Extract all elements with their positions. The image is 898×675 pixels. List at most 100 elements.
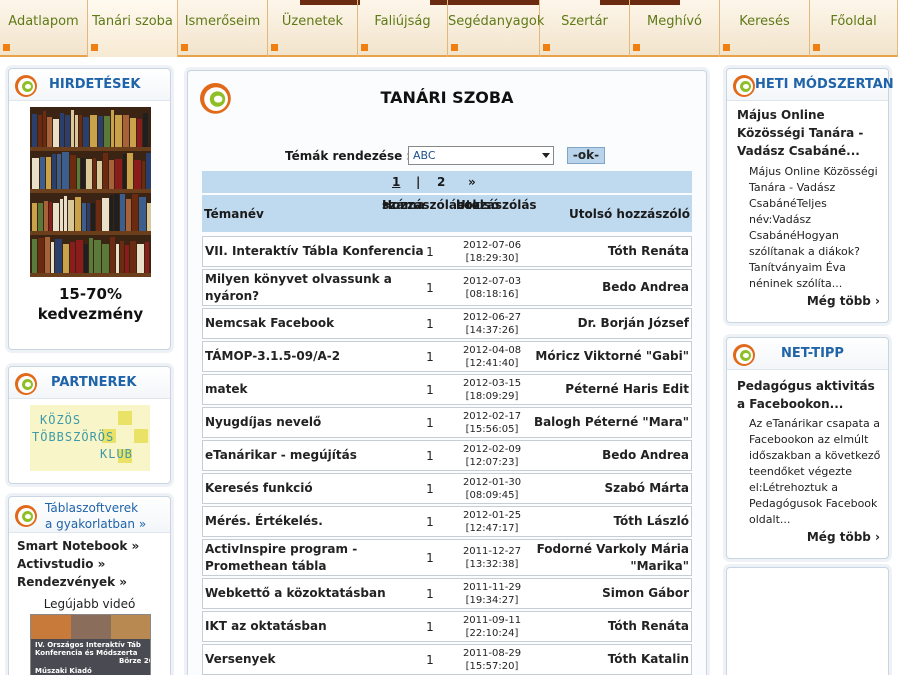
topic-link[interactable]: IKT az oktatásban: [205, 618, 327, 635]
book-spine: [91, 203, 95, 231]
table-row: matek 1 2012-03-15 [18:09:29] Péterné Ha…: [202, 374, 692, 405]
next-page-link[interactable]: »: [468, 175, 476, 189]
book-spine: [109, 160, 114, 189]
last-author-link[interactable]: Balogh Péterné "Mara": [534, 414, 689, 431]
last-author-link[interactable]: Bedo Andrea: [602, 279, 689, 296]
last-author-link[interactable]: Tóth Renáta: [608, 618, 689, 635]
book-spine: [75, 115, 78, 147]
table-row: VII. Interaktív Tábla Konferencia 1 2012…: [202, 236, 692, 267]
topic-link[interactable]: TÁMOP-3.1.5-09/A-2: [205, 348, 340, 365]
post-count: 1: [426, 317, 434, 331]
book-spine: [147, 203, 151, 231]
page-2-link[interactable]: 2: [437, 175, 445, 189]
nav-item-segedanyagok[interactable]: Segédanyagok: [448, 0, 544, 57]
weekly-method-headline-link[interactable]: Május Online Közösségi Tanára - Vadász C…: [737, 106, 883, 160]
topic-link[interactable]: Milyen könyvet olvassunk a nyáron?: [205, 271, 392, 305]
nav-item-kereses[interactable]: Keresés: [720, 0, 810, 57]
ads-discount-text[interactable]: 15-70% kedvezmény: [30, 284, 151, 324]
nav-item-adatlapom[interactable]: Adatlapom: [0, 0, 88, 57]
video-caption: IV. Országos Interaktív Táb: [35, 641, 141, 649]
last-author-link[interactable]: Tóth Katalin: [608, 651, 689, 668]
page-1-link[interactable]: 1: [392, 175, 400, 189]
book-spine: [81, 158, 85, 189]
topic-link[interactable]: Nyugdíjas nevelő: [205, 414, 321, 431]
weekly-method-title: HETI MÓDSZERTAN: [755, 77, 894, 92]
etanarikar-logo-icon: [733, 75, 755, 97]
nav-item-label: Főoldal: [830, 14, 877, 29]
table-row: Nemcsak Facebook 1 2012-06-27 [14:37:26]…: [202, 308, 692, 339]
weekly-method-more-link[interactable]: Még több ›: [807, 294, 880, 308]
last-post-time: [15:56:05]: [465, 424, 519, 435]
nav-item-label: Faliújság: [374, 14, 431, 29]
video-thumbnail[interactable]: IV. Országos Interaktív Táb Konferencia …: [30, 614, 151, 675]
book-spine: [143, 113, 148, 147]
nav-item-fooldal[interactable]: Főoldal: [810, 0, 898, 57]
book-spine: [110, 195, 113, 231]
last-post-date: 2012-03-15: [462, 378, 522, 389]
sort-ok-button[interactable]: -ok-: [567, 147, 605, 164]
smart-notebook-link[interactable]: Smart Notebook »: [17, 539, 139, 553]
kozos-tobbszoros-klub-logo[interactable]: KÖZÖS TÖBBSZÖRÖS KLUB: [30, 405, 150, 471]
post-count: 1: [426, 281, 434, 295]
last-author-link[interactable]: Dr. Borján József: [578, 315, 689, 332]
topic-link[interactable]: VII. Interaktív Tábla Konferencia: [205, 243, 424, 260]
topic-link[interactable]: Mérés. Értékelés.: [205, 513, 323, 530]
book-spine: [79, 115, 82, 147]
nav-item-label: Tanári szoba: [92, 14, 173, 29]
last-author-link[interactable]: Simon Gábor: [602, 585, 689, 602]
nav-item-meghivo[interactable]: Meghívó: [630, 0, 720, 57]
topic-link[interactable]: eTanárikar - megújítás: [205, 447, 357, 464]
last-post-time: [22:10:24]: [465, 628, 519, 639]
topic-link[interactable]: matek: [205, 381, 247, 398]
book-spine: [89, 238, 93, 273]
book-spine: [90, 115, 97, 147]
nav-item-uzenetek[interactable]: Üzenetek: [268, 0, 358, 57]
last-author-link[interactable]: Szabó Márta: [604, 480, 689, 497]
last-author-link[interactable]: Fodorné Varkoly Mária "Marika": [537, 541, 689, 575]
nav-item-faliujsag[interactable]: Faliújság: [358, 0, 448, 57]
ads-bookshelf-image[interactable]: [30, 107, 151, 277]
activstudio-link[interactable]: Activstudio »: [17, 557, 105, 571]
table-row: Nyugdíjas nevelő 1 2012-02-17 [15:56:05]…: [202, 407, 692, 438]
last-author-link[interactable]: Péterné Haris Edit: [565, 381, 689, 398]
last-author-link[interactable]: Tóth László: [613, 513, 689, 530]
last-author-link[interactable]: Móricz Viktorné "Gabi": [535, 348, 689, 365]
nav-bullet-icon: [543, 44, 550, 51]
topic-link-line: ActivInspire program -: [205, 542, 358, 556]
table-row: Mérés. Értékelés. 1 2012-01-25 [12:47:17…: [202, 506, 692, 537]
topic-link[interactable]: Versenyek: [205, 651, 275, 668]
topic-link[interactable]: ActivInspire program - Promethean tábla: [205, 541, 357, 575]
etanarikar-logo-icon: [733, 344, 755, 366]
board-software-title-line: Táblaszoftverek: [45, 501, 139, 515]
book-spine: [32, 114, 37, 147]
net-tip-headline-link[interactable]: Pedagógus aktivitás a Facebookon...: [737, 377, 883, 413]
topic-link[interactable]: Webkettő a közoktatásban: [205, 585, 386, 602]
book-spine: [114, 194, 119, 231]
topic-link[interactable]: Nemcsak Facebook: [205, 315, 334, 332]
table-row: Webkettő a közoktatásban 1 2011-11-29 [1…: [202, 578, 692, 609]
column-header-author[interactable]: Utolsó hozzászóló: [569, 206, 690, 222]
nav-item-szertar[interactable]: Szertár: [540, 0, 630, 57]
topic-link[interactable]: Keresés funkció: [205, 480, 313, 497]
topic-link-line: nyáron?: [205, 289, 260, 303]
events-link[interactable]: Rendezvények »: [17, 575, 127, 589]
last-author-link[interactable]: Tóth Renáta: [608, 243, 689, 260]
teachers-room-panel: TANÁRI SZOBA Témák rendezése : ABC -ok- …: [187, 70, 707, 675]
last-author-link[interactable]: Bedo Andrea: [602, 447, 689, 464]
book-spine: [68, 200, 74, 231]
column-header-topic[interactable]: Témanév: [204, 206, 264, 222]
nav-item-tanari-szoba[interactable]: Tanári szoba: [88, 0, 178, 57]
book-spine: [45, 237, 50, 273]
table-row: ActivInspire program - Promethean tábla …: [202, 539, 692, 576]
book-spine: [142, 161, 145, 189]
nav-item-ismeroseim[interactable]: Ismerőseim: [178, 0, 268, 57]
right-empty-panel: [726, 567, 889, 675]
sort-select[interactable]: ABC: [408, 146, 554, 165]
last-post-date: 2012-04-08: [462, 345, 522, 356]
net-tip-more-link[interactable]: Még több ›: [807, 530, 880, 544]
partners-panel: PARTNEREK KÖZÖS TÖBBSZÖRÖS KLUB: [8, 366, 171, 484]
post-count: 1: [426, 383, 434, 397]
board-software-title-link[interactable]: Táblaszoftverek a gyakorlatban »: [45, 500, 165, 532]
last-post-time: [18:09:29]: [465, 391, 519, 402]
book-spine: [139, 197, 146, 231]
